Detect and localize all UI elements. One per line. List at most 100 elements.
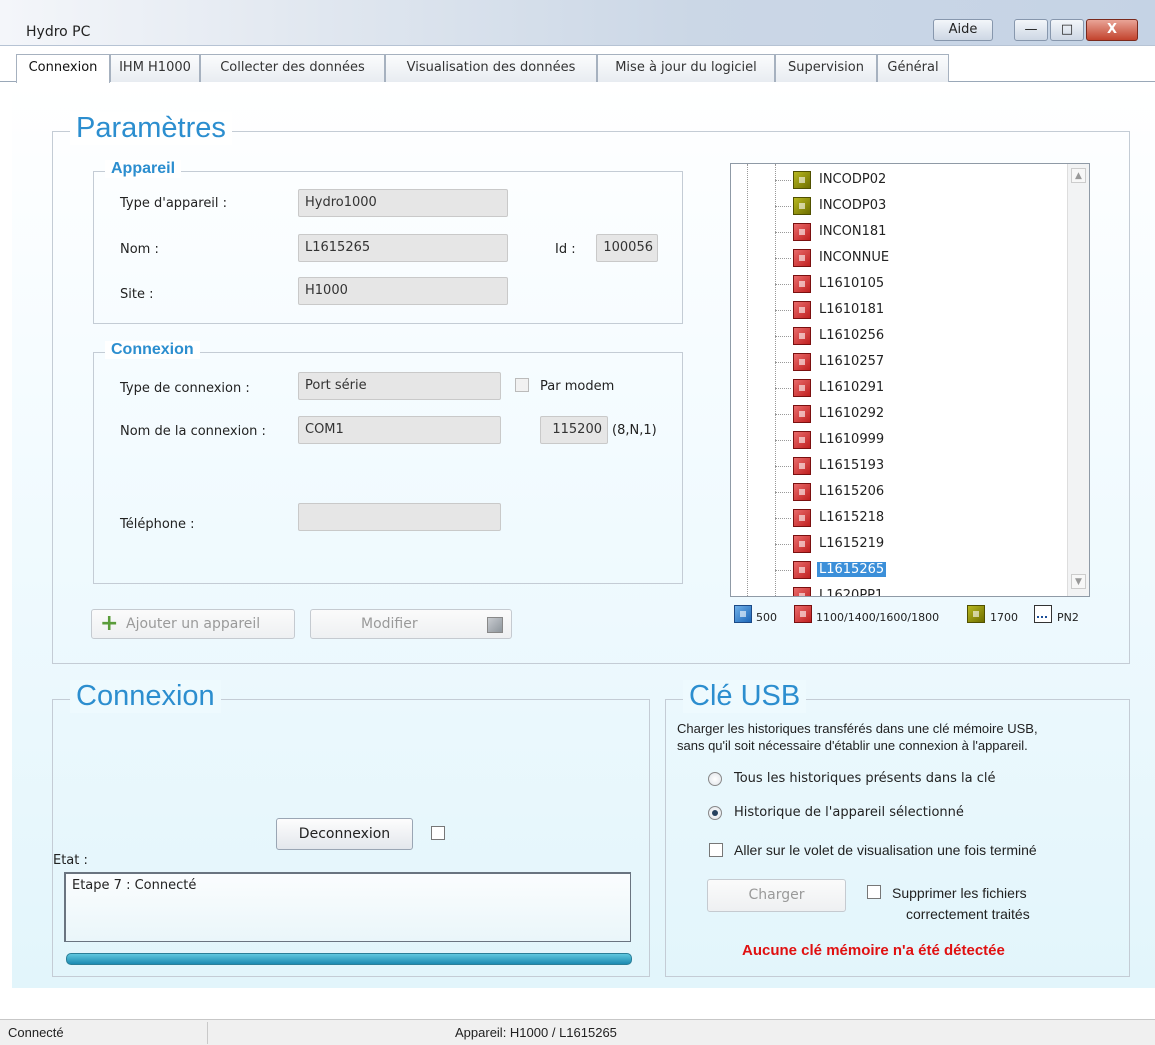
tree-item[interactable]: L1610105 [775,272,1075,296]
modify-label: Modifier [361,616,418,632]
legend-pn2-label: PN2 [1057,611,1079,624]
device-name-label: Nom : [120,242,159,257]
usb-description-line1: Charger les historiques transférés dans … [677,721,1038,736]
device-type-label: Type d'appareil : [120,196,228,211]
telephone-field[interactable] [298,503,501,531]
device-icon [793,457,811,475]
legend-500-label: 500 [756,611,777,624]
load-button[interactable]: Charger [707,879,846,912]
tree-item[interactable]: L1610256 [775,324,1075,348]
tab-supervision[interactable]: Supervision [775,54,877,82]
maximize-icon[interactable]: □ [1050,19,1084,41]
connection-name-label: Nom de la connexion : [120,424,266,439]
selected-device-label: Historique de l'appareil sélectionné [734,805,964,820]
tab-ihm-h1000[interactable]: IHM H1000 [110,54,200,82]
device-icon [793,587,811,596]
connection-type-label: Type de connexion : [120,381,250,396]
site-field[interactable]: H1000 [298,277,508,305]
tree-scrollbar[interactable]: ▲ ▼ [1067,164,1089,596]
tree-item-label: L1610292 [819,406,885,421]
tree-connector [775,570,791,571]
scroll-up-icon[interactable]: ▲ [1071,168,1086,183]
tree-item[interactable]: L1615265 [775,558,1075,582]
tree-item[interactable]: L1610181 [775,298,1075,322]
tree-item-label: INCONNUE [819,250,890,265]
tree-item[interactable]: L1610291 [775,376,1075,400]
tree-item[interactable]: L1610999 [775,428,1075,452]
tree-item[interactable]: L1615218 [775,506,1075,530]
usb-description-line2: sans qu'il soit nécessaire d'établir une… [677,738,1028,753]
tree-item-label: L1615193 [819,458,885,473]
radio-selected-device[interactable] [708,806,722,820]
tab-connexion[interactable]: Connexion [16,54,110,83]
modify-button[interactable]: Modifier [310,609,512,639]
minimize-icon[interactable]: — [1014,19,1048,41]
tab-general[interactable]: Général [877,54,949,82]
tree-item[interactable]: L1610257 [775,350,1075,374]
tree-item[interactable]: L1620PP1 [775,584,1075,596]
tree-item-label: INCON181 [819,224,887,239]
tree-connector [775,414,791,415]
device-id-field[interactable]: 100056 [596,234,658,262]
tree-item[interactable]: L1615193 [775,454,1075,478]
plus-icon: + [100,611,119,636]
tab-collecter[interactable]: Collecter des données [200,54,385,82]
tree-item-label: L1610181 [819,302,885,317]
modem-checkbox[interactable] [515,378,529,392]
window-title: Hydro PC [26,24,91,40]
device-icon [793,327,811,345]
device-icon [793,379,811,397]
modem-label: Par modem [540,379,615,394]
tree-connector [775,466,791,467]
baud-rate-field[interactable]: 115200 [540,416,608,444]
tree-item[interactable]: INCON181 [775,220,1075,244]
connection-name-field[interactable]: COM1 [298,416,501,444]
add-device-button[interactable]: + Ajouter un appareil [91,609,295,639]
connexion-title: Connexion [70,680,221,713]
tab-visualisation[interactable]: Visualisation des données [385,54,597,82]
device-icon [793,223,811,241]
delete-files-checkbox[interactable] [867,885,881,899]
device-type-field[interactable]: Hydro1000 [298,189,508,217]
help-button[interactable]: Aide [933,19,993,41]
close-icon[interactable]: X [1086,19,1138,41]
radio-all-histories[interactable] [708,772,722,786]
device-name-field[interactable]: L1615265 [298,234,508,262]
device-tree[interactable]: INCODP02 INCODP03 INCON181 INCONNUE L1610105… [730,163,1090,597]
tree-item[interactable]: L1610292 [775,402,1075,426]
device-icon [793,275,811,293]
tree-line [747,164,748,596]
legend-1100-label: 1100/1400/1600/1800 [816,611,940,624]
site-label: Site : [120,287,154,302]
goto-visualisation-checkbox[interactable] [709,843,723,857]
state-textbox[interactable]: Etape 7 : Connecté [64,872,631,942]
parametres-title: Paramètres [70,112,232,145]
legend-500-icon [734,605,752,623]
scroll-down-icon[interactable]: ▼ [1071,574,1086,589]
device-icon [793,535,811,553]
tree-connector [775,180,791,181]
tree-item[interactable]: INCODP03 [775,194,1075,218]
tree-item[interactable]: INCODP02 [775,168,1075,192]
tree-item-label: L1610257 [819,354,885,369]
legend-1700-icon [967,605,985,623]
tree-item-label: INCODP03 [819,198,887,213]
tree-item[interactable]: L1615206 [775,480,1075,504]
tree-item[interactable]: INCONNUE [775,246,1075,270]
tree-connector [775,258,791,259]
delete-files-label-line2: correctement traités [906,906,1030,922]
title-bar: Hydro PC Aide — □ X [0,0,1155,46]
device-icon [793,249,811,267]
tree-item[interactable]: L1615219 [775,532,1075,556]
device-icon [793,509,811,527]
auto-connect-checkbox[interactable] [431,826,445,840]
serial-params-label: (8,N,1) [612,423,657,438]
tree-connector [775,440,791,441]
device-status: Appareil: H1000 / L1615265 [455,1025,617,1040]
tree-connector [775,232,791,233]
connection-type-field[interactable]: Port série [298,372,501,400]
tab-mise-a-jour[interactable]: Mise à jour du logiciel [597,54,775,82]
usb-warning: Aucune clé mémoire n'a été détectée [742,942,1005,959]
tree-connector [775,388,791,389]
disconnect-button[interactable]: Deconnexion [276,818,413,850]
